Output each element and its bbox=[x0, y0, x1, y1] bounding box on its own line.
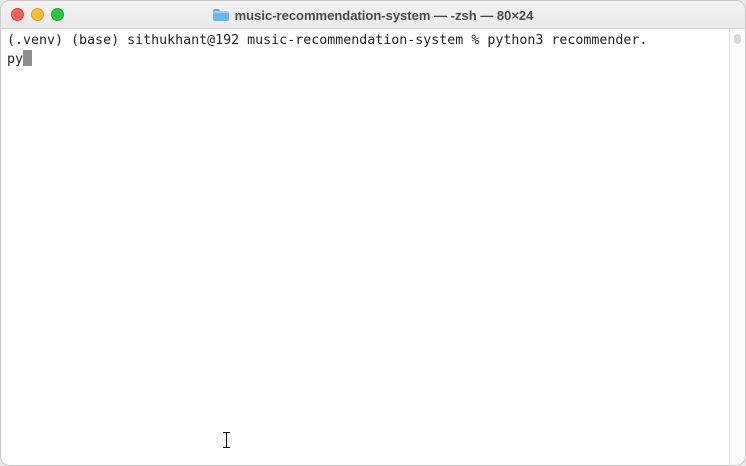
window-title: music-recommendation-system — -zsh — 80×… bbox=[1, 1, 745, 29]
terminal-output[interactable]: (.venv) (base) sithukhant@192 music-reco… bbox=[1, 29, 731, 465]
window-title-text: music-recommendation-system — -zsh — 80×… bbox=[234, 7, 534, 23]
ibeam-pointer-icon bbox=[222, 432, 231, 448]
text-cursor bbox=[23, 50, 33, 66]
terminal-line-1: (.venv) (base) sithukhant@192 music-reco… bbox=[7, 33, 648, 48]
vertical-scrollbar[interactable] bbox=[729, 29, 745, 465]
scrollbar-thumb[interactable] bbox=[734, 34, 741, 44]
terminal-window: music-recommendation-system — -zsh — 80×… bbox=[0, 0, 746, 466]
title-bar[interactable]: music-recommendation-system — -zsh — 80×… bbox=[1, 1, 745, 29]
terminal-line-2: py bbox=[7, 52, 24, 67]
folder-icon bbox=[212, 9, 229, 21]
